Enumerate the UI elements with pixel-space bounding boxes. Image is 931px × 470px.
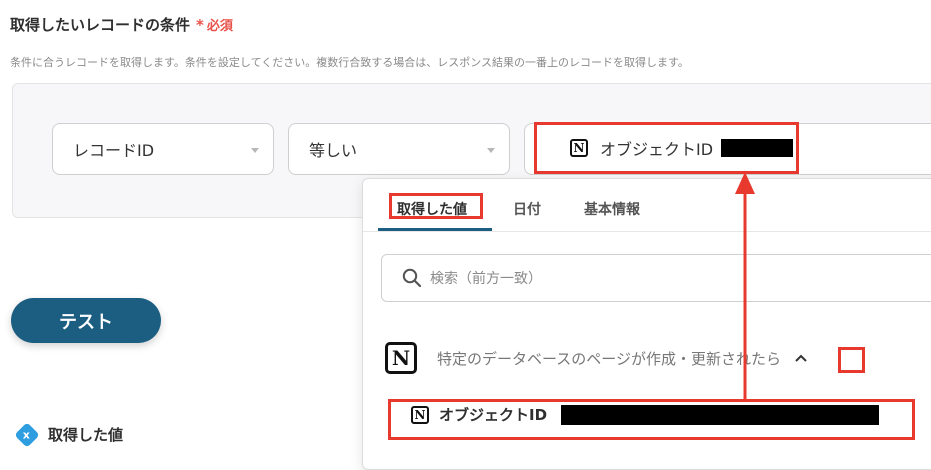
annotation-arrow bbox=[735, 172, 755, 399]
